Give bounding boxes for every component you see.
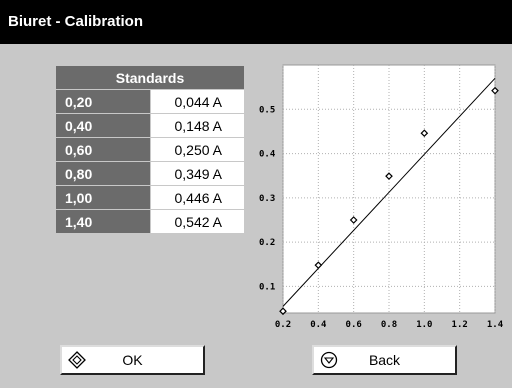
standard-concentration: 0,80 (55, 161, 151, 186)
standards-table: Standards 0,20 0,044 A 0,40 0,148 A 0,60… (55, 65, 245, 234)
y-tick-label: 0.1 (259, 282, 275, 292)
standard-concentration: 0,40 (55, 113, 151, 138)
x-tick-label: 1.0 (416, 320, 432, 330)
standard-concentration: 1,40 (55, 209, 151, 234)
x-tick-label: 0.2 (275, 320, 291, 330)
calibration-screen: Biuret - Calibration Standards 0,20 0,04… (0, 0, 512, 388)
x-tick-label: 0.6 (346, 320, 362, 330)
standard-concentration: 1,00 (55, 185, 151, 210)
x-tick-label: 1.2 (452, 320, 468, 330)
y-tick-label: 0.5 (259, 105, 275, 115)
standard-concentration: 0,60 (55, 137, 151, 162)
table-row: 1,00 0,446 A (55, 185, 245, 210)
standard-absorbance: 0,148 A (149, 113, 245, 138)
y-tick-label: 0.4 (259, 150, 276, 160)
standards-header: Standards (55, 65, 245, 90)
x-tick-label: 0.8 (381, 320, 397, 330)
standard-absorbance: 0,349 A (149, 161, 245, 186)
standard-concentration: 0,20 (55, 89, 151, 114)
table-row: 0,80 0,349 A (55, 161, 245, 186)
window-title: Biuret - Calibration (0, 0, 512, 44)
table-row: 0,20 0,044 A (55, 89, 245, 114)
calibration-chart: 0.2 0.4 0.6 0.8 1.0 1.2 1.4 0.1 0.2 0.3 0.4 0.5 (259, 64, 504, 330)
standard-absorbance: 0,044 A (149, 89, 245, 114)
standard-absorbance: 0,446 A (149, 185, 245, 210)
standard-absorbance: 0,250 A (149, 137, 245, 162)
standard-absorbance: 0,542 A (149, 209, 245, 234)
back-button[interactable]: Back (312, 345, 457, 375)
table-row: 1,40 0,542 A (55, 209, 245, 234)
ok-button-label: OK (122, 352, 143, 368)
x-tick-label: 0.4 (310, 320, 327, 330)
table-row: 0,40 0,148 A (55, 113, 245, 138)
ok-button[interactable]: OK (60, 345, 205, 375)
y-tick-label: 0.3 (259, 194, 275, 204)
x-tick-label: 1.4 (487, 320, 504, 330)
back-button-label: Back (368, 352, 401, 368)
y-tick-label: 0.2 (259, 238, 275, 248)
table-row: 0,60 0,250 A (55, 137, 245, 162)
